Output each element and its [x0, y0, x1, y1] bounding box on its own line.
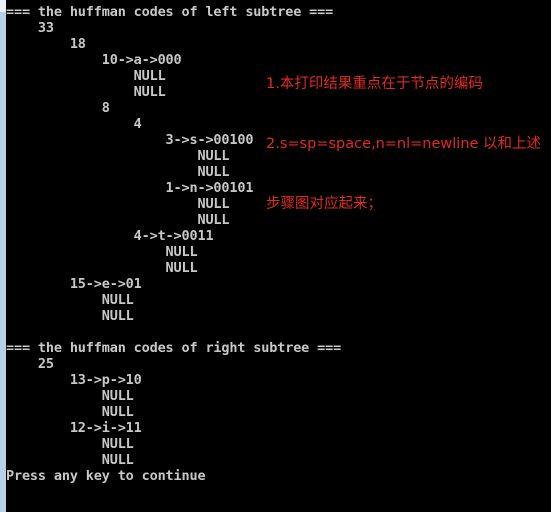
annotation-line-3: 步骤图对应起来； — [266, 196, 382, 212]
red-annotation-overlay: 1.本打印结果重点在于节点的编码 2.s=sp=space,n=nl=newli… — [266, 34, 551, 254]
annotation-line-2: 2.s=sp=space,n=nl=newline 以和上述 — [266, 136, 542, 152]
console-window: === the huffman codes of left subtree ==… — [0, 0, 551, 512]
annotation-line-1: 1.本打印结果重点在于节点的编码 — [266, 76, 483, 92]
console-output-surface[interactable]: === the huffman codes of left subtree ==… — [6, 0, 551, 512]
